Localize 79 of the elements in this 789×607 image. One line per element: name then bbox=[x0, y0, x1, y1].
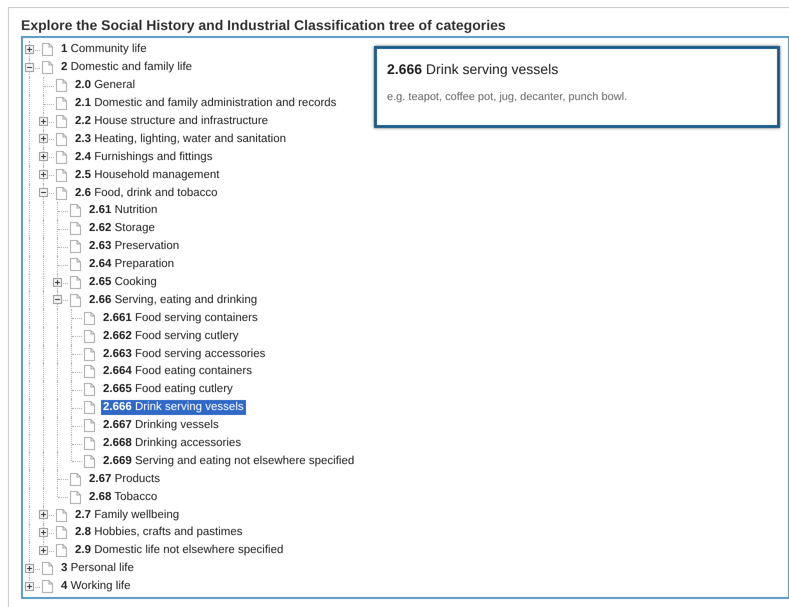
tree-item[interactable]: 2.66 Serving, eating and drinking bbox=[87, 292, 260, 308]
tree-item[interactable]: 2.661 Food serving containers bbox=[101, 310, 260, 326]
tree-item[interactable]: 2.667 Drinking vessels bbox=[101, 418, 221, 434]
plus-icon[interactable] bbox=[25, 582, 34, 591]
tree-item[interactable]: 2.63 Preservation bbox=[87, 239, 182, 254]
document-icon bbox=[56, 150, 67, 164]
document-icon bbox=[70, 222, 81, 236]
plus-icon[interactable] bbox=[25, 45, 34, 54]
document-icon bbox=[56, 186, 67, 200]
plus-icon[interactable] bbox=[39, 134, 48, 144]
document-icon bbox=[70, 276, 81, 290]
tree-item[interactable]: 2.3 Heating, lighting, water and sanitation bbox=[73, 132, 288, 147]
document-icon bbox=[56, 508, 67, 522]
document-icon bbox=[84, 365, 95, 378]
tree-item[interactable]: 2.669 Serving and eating not elsewhere specified bbox=[101, 454, 356, 469]
tree-item[interactable]: 2.2 House structure and infrastructure bbox=[73, 114, 270, 129]
document-icon bbox=[70, 204, 81, 218]
document-icon bbox=[56, 526, 67, 540]
plus-icon[interactable] bbox=[39, 152, 48, 162]
plus-icon[interactable] bbox=[39, 546, 48, 555]
document-icon bbox=[84, 419, 95, 432]
document-icon bbox=[42, 580, 53, 594]
tree-item[interactable]: 2.663 Food serving accessories bbox=[101, 346, 268, 362]
document-icon bbox=[84, 312, 95, 325]
plus-icon[interactable] bbox=[39, 116, 48, 126]
tree-item[interactable]: 2.1 Domestic and family administration and records bbox=[73, 96, 338, 112]
page-heading: Explore the Social History and Industrial Classification tree of categories bbox=[21, 17, 507, 35]
tree-item[interactable]: 2.7 Family wellbeing bbox=[73, 508, 182, 523]
tree-item[interactable]: 2.64 Preparation bbox=[87, 257, 176, 272]
minus-icon[interactable] bbox=[39, 188, 48, 198]
document-icon bbox=[56, 115, 67, 128]
document-icon bbox=[84, 454, 95, 468]
document-icon bbox=[84, 330, 95, 343]
document-icon bbox=[42, 61, 53, 74]
tree-item[interactable]: 2.67 Products bbox=[87, 472, 162, 487]
tree-item[interactable]: 2.9 Domestic life not elsewhere specified bbox=[73, 543, 286, 558]
document-icon bbox=[56, 544, 67, 558]
document-icon bbox=[70, 490, 81, 504]
document-icon bbox=[56, 132, 67, 146]
plus-icon[interactable] bbox=[25, 564, 34, 573]
tree-item[interactable]: 2.668 Drinking accessories bbox=[101, 436, 244, 452]
document-icon bbox=[70, 472, 81, 486]
document-icon bbox=[84, 383, 95, 396]
tree-item[interactable]: 1 Community life bbox=[59, 42, 149, 58]
tree-item[interactable]: 2.6 Food, drink and tobacco bbox=[73, 186, 220, 201]
tree-item[interactable]: 2.664 Food eating containers bbox=[101, 364, 254, 380]
document-icon bbox=[42, 43, 53, 56]
document-icon bbox=[56, 97, 67, 110]
tree-item[interactable]: 2.68 Tobacco bbox=[87, 490, 160, 505]
plus-icon[interactable] bbox=[39, 510, 48, 520]
tree-item[interactable]: 2.8 Hobbies, crafts and pastimes bbox=[73, 525, 244, 540]
tree-item[interactable]: 2 Domestic and family life bbox=[59, 60, 194, 76]
document-icon bbox=[70, 240, 81, 254]
document-icon bbox=[56, 79, 67, 92]
tree-item[interactable]: 2.666 Drink serving vessels bbox=[101, 400, 246, 416]
plus-icon[interactable] bbox=[39, 528, 48, 538]
plus-icon[interactable] bbox=[39, 170, 48, 180]
tree-item[interactable]: 2.0 General bbox=[73, 78, 138, 94]
tree-item[interactable]: 4 Working life bbox=[59, 579, 132, 594]
document-icon bbox=[56, 168, 67, 182]
document-icon bbox=[84, 348, 95, 361]
document-icon bbox=[70, 258, 81, 272]
document-icon bbox=[70, 294, 81, 307]
document-icon bbox=[42, 562, 53, 576]
tree-item[interactable]: 2.665 Food eating cutlery bbox=[101, 382, 235, 398]
tree-item[interactable]: 2.4 Furnishings and fittings bbox=[73, 150, 214, 165]
plus-icon[interactable] bbox=[53, 278, 62, 287]
tree-item[interactable]: 2.65 Cooking bbox=[87, 275, 159, 290]
tree-item[interactable]: 2.61 Nutrition bbox=[87, 203, 160, 218]
tree-item[interactable]: 2.662 Food serving cutlery bbox=[101, 328, 241, 344]
detail-description: e.g. teapot, coffee pot, jug, decanter, punch bowl. bbox=[387, 91, 628, 103]
tree-item[interactable]: 3 Personal life bbox=[59, 561, 136, 576]
document-icon bbox=[84, 401, 95, 414]
minus-icon[interactable] bbox=[25, 62, 34, 72]
tree-item[interactable]: 2.5 Household management bbox=[73, 168, 222, 183]
minus-icon[interactable] bbox=[53, 295, 62, 304]
detail-title: 2.666 Drink serving vessels bbox=[387, 61, 560, 77]
document-icon bbox=[84, 437, 95, 450]
tree-item[interactable]: 2.62 Storage bbox=[87, 221, 157, 236]
